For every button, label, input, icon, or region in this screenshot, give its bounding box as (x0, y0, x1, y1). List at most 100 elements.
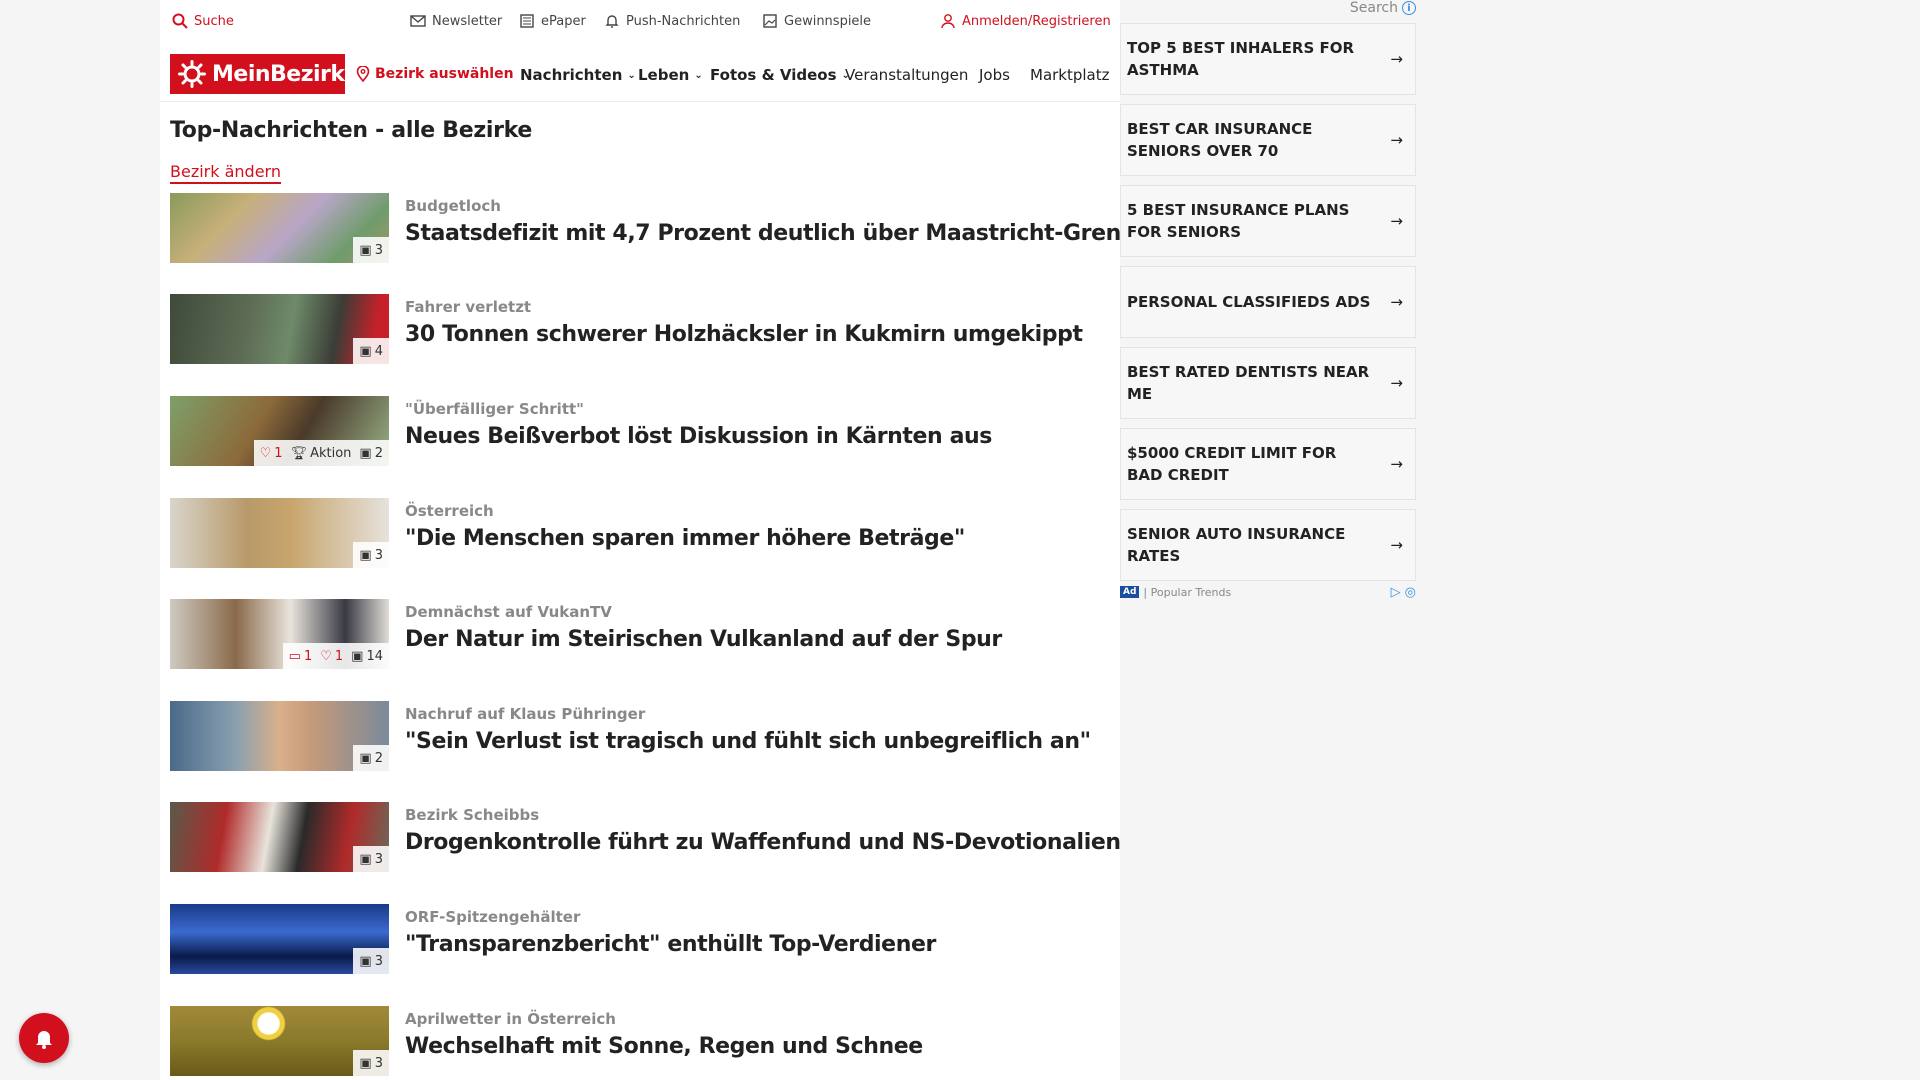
article-title[interactable]: Staatsdefizit mit 4,7 Prozent deutlich ü… (405, 221, 1148, 246)
article-item[interactable]: ▭ 1 ♡ 1 ▣ 14 Demnächst auf VukanTV Der Natu… (170, 599, 1110, 671)
badge-bar: ▣ 3 (353, 846, 389, 872)
nav-leben[interactable]: Leben ⌄ (638, 66, 703, 84)
article-title[interactable]: Wechselhaft mit Sonne, Regen und Schnee (405, 1034, 923, 1059)
like-badge[interactable]: ♡ 1 (260, 446, 283, 461)
camera-icon: ▣ (359, 242, 372, 258)
image-count: 3 (374, 953, 383, 969)
image-icon (763, 14, 777, 28)
article-thumbnail: ▣ 3 (170, 904, 389, 974)
notification-bell-button[interactable] (19, 1013, 69, 1063)
article-item[interactable]: ▣ 3 ORF-Spitzengehälter "Transparenzberic… (170, 904, 1110, 976)
ad-search-label[interactable]: Search i (1350, 0, 1416, 16)
like-count: 1 (274, 445, 283, 461)
utility-bar: Suche Newsletter ePaper Push-Nachrichten… (160, 0, 1120, 46)
site-logo[interactable]: MeinBezirk (170, 54, 345, 94)
push-label: Push-Nachrichten (626, 13, 741, 29)
heart-icon: ♡ (259, 445, 272, 461)
image-count: 3 (374, 547, 383, 563)
login-link[interactable]: Anmelden/Registrieren (940, 13, 1111, 29)
camera-icon: ▣ (359, 953, 372, 969)
arrow-right-icon: → (1390, 536, 1403, 554)
camera-icon: ▣ (351, 648, 364, 664)
info-icon[interactable]: i (1402, 1, 1416, 15)
article-item[interactable]: ▣ 3 Budgetloch Staatsdefizit mit 4,7 Proz… (170, 193, 1148, 265)
nav-veranstaltungen[interactable]: Veranstaltungen (845, 66, 968, 84)
nav-nachrichten[interactable]: Nachrichten ⌄ (520, 66, 636, 84)
ad-label: SENIOR AUTO INSURANCE RATES (1127, 525, 1346, 565)
ad-link[interactable]: TOP 5 BEST INHALERS FOR ASTHMA → (1120, 23, 1416, 95)
search-label: Suche (194, 13, 234, 29)
camera-icon: ▣ (359, 851, 372, 867)
ad-link[interactable]: BEST RATED DENTISTS NEAR ME → (1120, 347, 1416, 419)
article-kicker: Budgetloch (405, 197, 501, 215)
games-label: Gewinnspiele (784, 13, 872, 29)
comment-count: 1 (303, 648, 313, 664)
article-kicker: Nachruf auf Klaus Pühringer (405, 705, 646, 723)
nav-label: Leben (638, 66, 690, 84)
ad-link[interactable]: PERSONAL CLASSIFIEDS ADS → (1120, 266, 1416, 338)
article-title[interactable]: "Transparenzbericht" enthüllt Top-Verdie… (405, 932, 936, 957)
article-kicker: Demnächst auf VukanTV (405, 603, 612, 621)
ad-tag: Ad (1120, 586, 1140, 598)
chevron-down-icon: ⌄ (694, 69, 703, 81)
hide-ad-icon[interactable]: ◎ (1405, 585, 1416, 600)
article-item[interactable]: ♡ 1 🏆︎ Aktion ▣ 2 "Überfälliger Schritt" Ne… (170, 396, 1110, 468)
ad-sidebar: Search i TOP 5 BEST INHALERS FOR ASTHMA … (1120, 0, 1416, 600)
article-item[interactable]: ▣ 2 Nachruf auf Klaus Pühringer "Sein Ver… (170, 701, 1110, 773)
ad-link[interactable]: $5000 CREDIT LIMIT FOR BAD CREDIT → (1120, 428, 1416, 500)
article-item[interactable]: ▣ 3 Bezirk Scheibbs Drogenkontrolle führt… (170, 802, 1121, 874)
push-link[interactable]: Push-Nachrichten (604, 13, 740, 29)
article-thumbnail: ▣ 2 (170, 701, 389, 771)
user-icon (941, 14, 955, 29)
comment-badge[interactable]: ▭ 1 (289, 649, 313, 664)
image-count-badge: ▣ 3 (359, 1056, 383, 1071)
image-count-badge: ▣ 3 (359, 954, 383, 969)
article-kicker: Aprilwetter in Österreich (405, 1010, 616, 1028)
nav-fotos-videos[interactable]: Fotos & Videos ⌄ (710, 66, 850, 84)
like-badge[interactable]: ♡ 1 (320, 649, 343, 664)
ad-label: BEST RATED DENTISTS NEAR ME (1127, 363, 1370, 403)
location-pin-icon (356, 66, 370, 82)
newsletter-link[interactable]: Newsletter (410, 13, 502, 29)
change-district-link[interactable]: Bezirk ändern (170, 162, 281, 184)
ad-link[interactable]: SENIOR AUTO INSURANCE RATES → (1120, 509, 1416, 581)
article-title[interactable]: Drogenkontrolle führt zu Waffenfund und … (405, 830, 1121, 855)
ad-link[interactable]: 5 BEST INSURANCE PLANS FOR SENIORS → (1120, 185, 1416, 257)
logo-text: MeinBezirk (212, 61, 345, 87)
article-kicker: Bezirk Scheibbs (405, 806, 540, 824)
page-column: Suche Newsletter ePaper Push-Nachrichten… (160, 0, 1148, 1080)
article-kicker: Fahrer verletzt (405, 298, 532, 316)
ad-label: PERSONAL CLASSIFIEDS ADS (1127, 293, 1371, 311)
heart-icon: ♡ (320, 648, 332, 664)
search-link[interactable]: Suche (172, 13, 234, 29)
article-title[interactable]: "Sein Verlust ist tragisch und fühlt sic… (405, 729, 1091, 754)
games-link[interactable]: Gewinnspiele (762, 13, 871, 29)
article-title[interactable]: Neues Beißverbot löst Diskussion in Kärn… (405, 424, 992, 449)
page-title: Top-Nachrichten - alle Bezirke (170, 118, 533, 143)
image-count-badge: ▣ 3 (359, 852, 383, 867)
ad-footer: Ad | Popular Trends ▷ ◎ (1120, 584, 1416, 600)
image-count: 4 (374, 343, 383, 359)
badge-bar: ▣ 3 (353, 237, 389, 263)
ad-link[interactable]: BEST CAR INSURANCE SENIORS OVER 70 → (1120, 104, 1416, 176)
newspaper-icon (520, 14, 534, 28)
image-count: 2 (374, 750, 383, 766)
article-title[interactable]: Der Natur im Steirischen Vulkanland auf … (405, 627, 1002, 652)
article-item[interactable]: ▣ 4 Fahrer verletzt 30 Tonnen schwerer Ho… (170, 294, 1110, 366)
ad-label: 5 BEST INSURANCE PLANS FOR SENIORS (1127, 201, 1350, 241)
article-title[interactable]: "Die Menschen sparen immer höhere Beträg… (405, 526, 965, 551)
image-count: 3 (374, 851, 383, 867)
nav-marktplatz[interactable]: Marktplatz (1030, 66, 1110, 84)
article-item[interactable]: ▣ 3 Aprilwetter in Österreich Wechselhaft… (170, 1006, 1110, 1078)
article-title[interactable]: 30 Tonnen schwerer Holzhäcksler in Kukmi… (405, 322, 1083, 347)
action-badge[interactable]: 🏆︎ Aktion (291, 446, 352, 461)
district-selector[interactable]: Bezirk auswählen (356, 66, 514, 82)
comment-icon: ▭ (288, 648, 301, 664)
arrow-right-icon: → (1390, 50, 1403, 68)
article-item[interactable]: ▣ 3 Österreich "Die Menschen sparen immer… (170, 498, 1110, 570)
epaper-link[interactable]: ePaper (519, 13, 586, 29)
arrow-right-icon: → (1390, 374, 1403, 392)
nav-jobs[interactable]: Jobs (979, 66, 1010, 84)
arrow-right-icon: → (1390, 455, 1403, 473)
adchoices-icon[interactable]: ▷ (1391, 585, 1401, 600)
